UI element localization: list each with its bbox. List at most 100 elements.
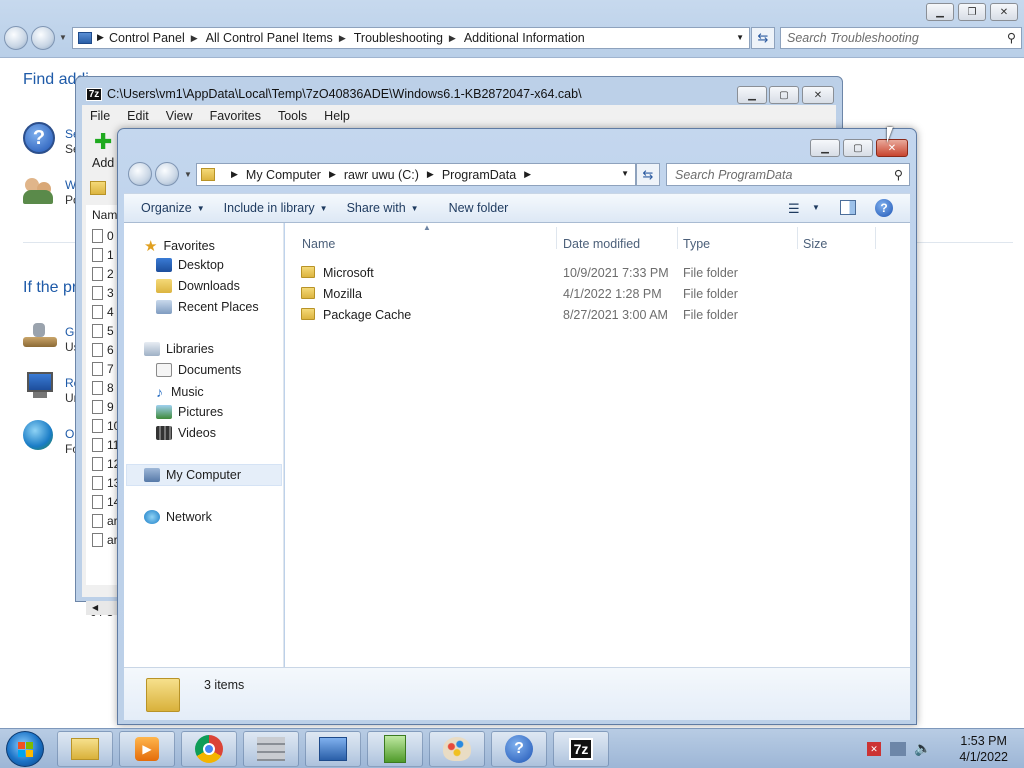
cp-close-button[interactable]: ✕: [990, 3, 1018, 21]
nav-my-computer[interactable]: My Computer: [144, 468, 241, 482]
help-icon[interactable]: ?: [875, 199, 893, 217]
sevenzip-row[interactable]: 9: [92, 400, 114, 414]
sevenzip-row[interactable]: 0: [92, 229, 114, 243]
breadcrumb-additional-information[interactable]: Additional Information: [464, 31, 585, 45]
taskbar-control-panel-button[interactable]: [305, 731, 361, 767]
cp-back-button[interactable]: [4, 26, 28, 50]
nav-network[interactable]: Network: [144, 510, 212, 524]
organize-button[interactable]: Organize ▼: [141, 201, 205, 215]
sevenzip-row[interactable]: ar: [92, 514, 118, 528]
search-icon[interactable]: ⚲: [894, 167, 903, 182]
preview-pane-icon[interactable]: [840, 200, 856, 215]
sevenzip-row[interactable]: 2: [92, 267, 114, 281]
cp-refresh-button[interactable]: ⇆: [751, 27, 775, 49]
view-options-icon[interactable]: ☰: [788, 201, 800, 217]
sevenzip-row[interactable]: 5: [92, 324, 114, 338]
taskbar-firewall-button[interactable]: [243, 731, 299, 767]
nav-recent-places[interactable]: Recent Places: [156, 300, 259, 314]
sevenzip-row[interactable]: 8: [92, 381, 114, 395]
explorer-maximize-button[interactable]: ▢: [843, 139, 873, 157]
nav-desktop[interactable]: Desktop: [156, 258, 224, 272]
nav-music[interactable]: ♪ Music: [156, 384, 204, 400]
nav-documents[interactable]: Documents: [156, 363, 241, 377]
breadcrumb-all-items[interactable]: All Control Panel Items: [206, 31, 333, 45]
sevenzip-close-button[interactable]: ✕: [802, 86, 834, 104]
add-icon[interactable]: ✚: [94, 131, 112, 153]
add-button-label[interactable]: Add: [92, 156, 114, 170]
sevenzip-minimize-button[interactable]: ▁: [737, 86, 767, 104]
cp-address-bar[interactable]: ▶ Control Panel ▶ All Control Panel Items…: [72, 27, 750, 49]
taskbar-paint-button[interactable]: [429, 731, 485, 767]
nav-downloads[interactable]: Downloads: [156, 279, 240, 293]
explorer-minimize-button[interactable]: ▁: [810, 139, 840, 157]
sevenzip-row[interactable]: 4: [92, 305, 114, 319]
menu-file[interactable]: File: [90, 109, 110, 123]
cp-item-5-link[interactable]: O: [65, 427, 74, 441]
sevenzip-maximize-button[interactable]: ▢: [769, 86, 799, 104]
taskbar-notepad-button[interactable]: [367, 731, 423, 767]
menu-tools[interactable]: Tools: [278, 109, 307, 123]
file-row[interactable]: Mozilla 4/1/2022 1:28 PM File folder: [301, 284, 901, 304]
sevenzip-row[interactable]: 11: [92, 438, 119, 452]
column-type[interactable]: Type: [683, 237, 710, 251]
column-name[interactable]: Name: [302, 237, 335, 251]
menu-view[interactable]: View: [166, 109, 193, 123]
chevron-down-icon[interactable]: ▼: [736, 33, 744, 42]
start-button[interactable]: [6, 731, 44, 767]
menu-help[interactable]: Help: [324, 109, 350, 123]
breadcrumb-control-panel[interactable]: Control Panel: [109, 31, 185, 45]
explorer-file-list[interactable]: ▲ Name Date modified Type Size Microsoft…: [285, 223, 910, 667]
sevenzip-row[interactable]: 1: [92, 248, 114, 262]
column-date-modified[interactable]: Date modified: [563, 237, 640, 251]
action-center-icon[interactable]: ✕: [867, 742, 881, 756]
sevenzip-column-name[interactable]: Nam: [92, 208, 117, 222]
taskbar-help-button[interactable]: ?: [491, 731, 547, 767]
sevenzip-row[interactable]: 3: [92, 286, 114, 300]
menu-edit[interactable]: Edit: [127, 109, 149, 123]
explorer-search-input[interactable]: Search ProgramData ⚲: [666, 163, 910, 186]
sevenzip-row[interactable]: ar: [92, 533, 118, 547]
file-row[interactable]: Package Cache 8/27/2021 3:00 AM File fol…: [301, 305, 901, 325]
nav-favorites[interactable]: ★ Favorites: [144, 237, 215, 255]
scroll-left-icon[interactable]: ◀: [86, 601, 120, 615]
include-in-library-button[interactable]: Include in library ▼: [224, 201, 328, 215]
cp-minimize-button[interactable]: ▁: [926, 3, 954, 21]
cp-restore-button[interactable]: ❐: [958, 3, 986, 21]
explorer-back-button[interactable]: [128, 162, 152, 186]
cp-search-input[interactable]: Search Troubleshooting ⚲: [780, 27, 1022, 49]
volume-icon[interactable]: 🔈: [914, 740, 931, 757]
taskbar-explorer-button[interactable]: [57, 731, 113, 767]
explorer-forward-button[interactable]: [155, 162, 179, 186]
breadcrumb-my-computer[interactable]: My Computer: [246, 168, 321, 182]
downloads-icon: [156, 279, 172, 293]
sevenzip-file-list[interactable]: [86, 205, 120, 585]
explorer-address-bar[interactable]: ▶ My Computer ▶ rawr uwu (C:) ▶ ProgramDat…: [196, 163, 636, 186]
taskbar-chrome-button[interactable]: [181, 731, 237, 767]
taskbar-clock[interactable]: 1:53 PM 4/1/2022: [959, 733, 1008, 765]
taskbar-media-player-button[interactable]: ▶: [119, 731, 175, 767]
nav-pictures[interactable]: Pictures: [156, 405, 223, 419]
cp-forward-button[interactable]: [31, 26, 55, 50]
folder-icon: [301, 308, 315, 320]
search-icon[interactable]: ⚲: [1007, 30, 1016, 45]
sevenzip-row[interactable]: 7: [92, 362, 114, 376]
nav-libraries[interactable]: Libraries: [144, 342, 214, 356]
folder-up-icon[interactable]: [90, 181, 106, 195]
chevron-down-icon[interactable]: ▼: [621, 169, 629, 178]
sevenzip-row[interactable]: 6: [92, 343, 114, 357]
breadcrumb-drive-c[interactable]: rawr uwu (C:): [344, 168, 419, 182]
share-with-button[interactable]: Share with ▼: [347, 201, 419, 215]
breadcrumb-programdata[interactable]: ProgramData: [442, 168, 516, 182]
breadcrumb-troubleshooting[interactable]: Troubleshooting: [354, 31, 443, 45]
network-status-icon[interactable]: [890, 742, 906, 756]
explorer-refresh-button[interactable]: ⇆: [636, 163, 660, 186]
file-row[interactable]: Microsoft 10/9/2021 7:33 PM File folder: [301, 263, 901, 283]
cp-recent-pages-icon[interactable]: ▼: [59, 33, 67, 42]
nav-videos[interactable]: Videos: [156, 426, 216, 440]
new-folder-button[interactable]: New folder: [449, 201, 509, 215]
menu-favorites[interactable]: Favorites: [210, 109, 261, 123]
taskbar-7zip-button[interactable]: 7z: [553, 731, 609, 767]
explorer-recent-pages-icon[interactable]: ▼: [184, 170, 192, 179]
column-size[interactable]: Size: [803, 237, 827, 251]
chevron-down-icon[interactable]: ▼: [812, 203, 820, 212]
